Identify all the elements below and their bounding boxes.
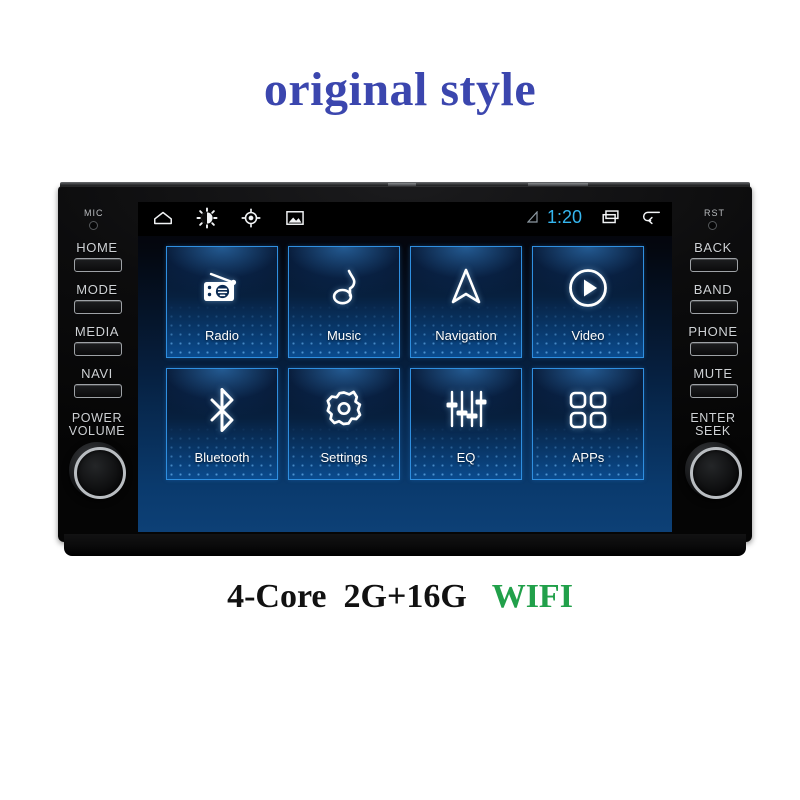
app-tile-music[interactable]: Music bbox=[288, 246, 400, 358]
app-tile-apps[interactable]: APPs bbox=[532, 368, 644, 480]
status-bar-right-group: 1:20 bbox=[526, 206, 662, 228]
band-button-label: BAND bbox=[693, 282, 733, 297]
mic-label: MIC bbox=[84, 208, 104, 218]
play-circle-icon bbox=[533, 261, 643, 315]
app-label: EQ bbox=[456, 450, 476, 465]
home-button-label: HOME bbox=[76, 240, 118, 255]
mode-button-label: MODE bbox=[76, 282, 118, 297]
home-button[interactable] bbox=[74, 258, 122, 272]
touchscreen-display[interactable]: 1:20 Radio Music Navigation Video Blueto… bbox=[138, 202, 672, 532]
car-stereo-head-unit: MIC HOME MODE MEDIA NAVI POWER VOLUME RS… bbox=[58, 182, 752, 560]
unit-front-face: MIC HOME MODE MEDIA NAVI POWER VOLUME RS… bbox=[58, 186, 752, 542]
gear-icon bbox=[289, 383, 399, 437]
app-label: Navigation bbox=[435, 328, 497, 343]
product-spec-caption: 4-Core 2G+16G WIFI bbox=[0, 578, 800, 616]
app-label: Video bbox=[571, 328, 605, 343]
app-label: Bluetooth bbox=[194, 450, 250, 465]
mute-button-label: MUTE bbox=[693, 366, 733, 381]
gps-icon[interactable] bbox=[240, 207, 262, 229]
spec-text: 4-Core 2G+16G bbox=[227, 578, 492, 615]
app-label: APPs bbox=[571, 450, 605, 465]
enter-knob-label-line2: SEEK bbox=[695, 424, 731, 438]
app-tile-eq[interactable]: EQ bbox=[410, 368, 522, 480]
media-button-label: MEDIA bbox=[74, 324, 120, 339]
status-bar: 1:20 bbox=[138, 202, 672, 236]
navi-button[interactable] bbox=[74, 384, 122, 398]
wifi-text: WIFI bbox=[491, 578, 573, 615]
brightness-icon[interactable] bbox=[196, 207, 218, 229]
power-volume-knob[interactable] bbox=[69, 442, 126, 499]
equalizer-icon bbox=[411, 383, 521, 437]
app-tile-settings[interactable]: Settings bbox=[288, 368, 400, 480]
app-grid-icon bbox=[533, 383, 643, 437]
signal-triangle-icon bbox=[526, 211, 538, 223]
reset-hole-icon[interactable] bbox=[708, 221, 717, 230]
app-label: Radio bbox=[205, 328, 239, 343]
enter-seek-knob[interactable] bbox=[685, 442, 742, 499]
app-tile-radio[interactable]: Radio bbox=[166, 246, 278, 358]
bluetooth-icon bbox=[167, 383, 277, 437]
app-grid: Radio Music Navigation Video Bluetooth S… bbox=[166, 246, 644, 496]
back-button[interactable] bbox=[690, 258, 738, 272]
rst-label: RST bbox=[704, 208, 725, 218]
status-clock: 1:20 bbox=[546, 207, 582, 227]
app-tile-video[interactable]: Video bbox=[532, 246, 644, 358]
navi-button-label: NAVI bbox=[81, 366, 113, 381]
home-icon[interactable] bbox=[152, 207, 174, 229]
page-title: original style bbox=[263, 63, 537, 116]
mute-button[interactable] bbox=[690, 384, 738, 398]
mode-button[interactable] bbox=[74, 300, 122, 314]
app-tile-bluetooth[interactable]: Bluetooth bbox=[166, 368, 278, 480]
mic-hole-icon bbox=[89, 221, 98, 230]
phone-button[interactable] bbox=[690, 342, 738, 356]
right-control-panel: RST BACK BAND PHONE MUTE ENTER SEEK bbox=[674, 190, 752, 546]
radio-icon bbox=[167, 261, 277, 315]
unit-bottom-lip bbox=[64, 534, 746, 556]
app-tile-navigation[interactable]: Navigation bbox=[410, 246, 522, 358]
power-knob-label-line2: VOLUME bbox=[68, 424, 126, 438]
status-bar-left-icons bbox=[152, 207, 306, 229]
media-button[interactable] bbox=[74, 342, 122, 356]
left-control-panel: MIC HOME MODE MEDIA NAVI POWER VOLUME bbox=[58, 190, 136, 546]
band-button[interactable] bbox=[690, 300, 738, 314]
back-button-label: BACK bbox=[694, 240, 732, 255]
app-label: Music bbox=[327, 328, 361, 343]
navigation-arrow-icon bbox=[411, 261, 521, 315]
phone-button-label: PHONE bbox=[688, 324, 738, 339]
app-label: Settings bbox=[320, 450, 368, 465]
gallery-icon[interactable] bbox=[284, 207, 306, 229]
recent-apps-icon[interactable] bbox=[600, 206, 622, 228]
back-arrow-icon[interactable] bbox=[640, 206, 662, 228]
music-note-icon bbox=[289, 261, 399, 315]
